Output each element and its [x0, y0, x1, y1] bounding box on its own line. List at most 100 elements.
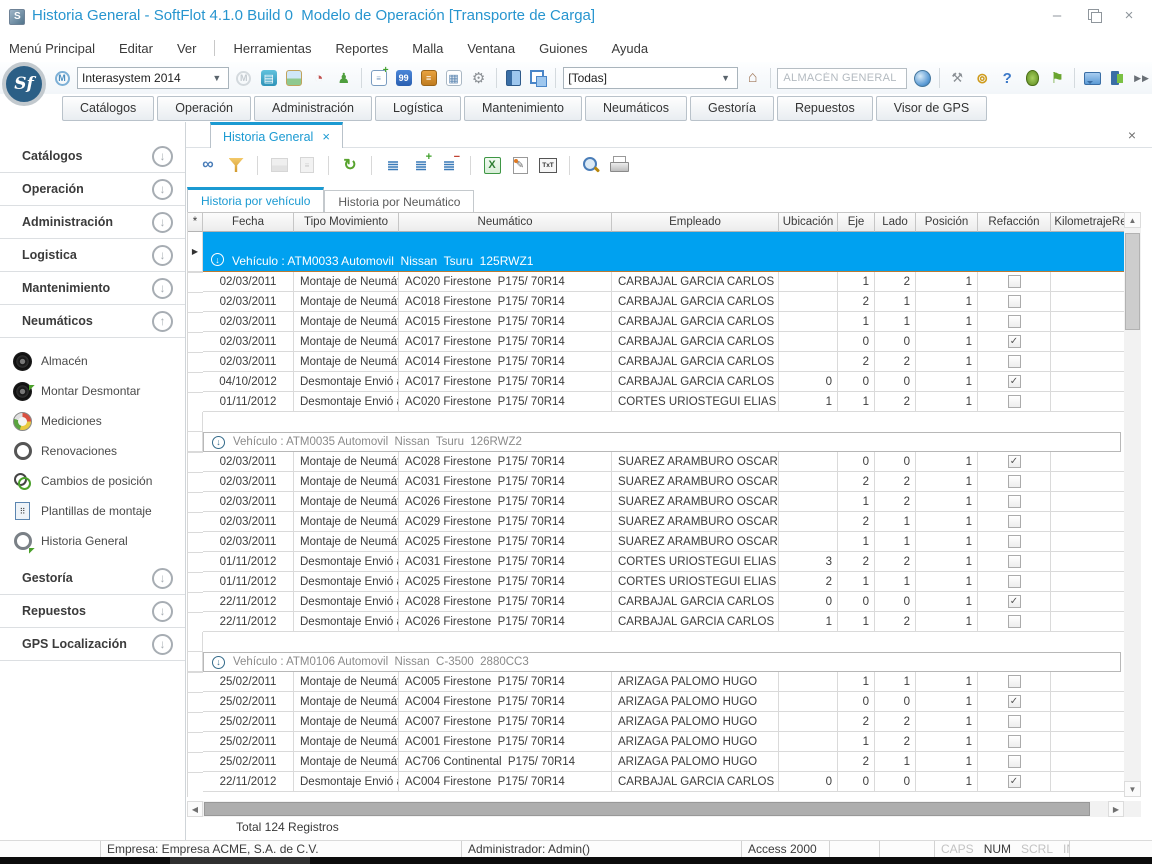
menu-item-ayuda[interactable]: Ayuda: [611, 41, 648, 56]
gear-icon[interactable]: ⚙: [469, 68, 489, 88]
print-icon[interactable]: [609, 155, 629, 175]
table-row[interactable]: 22/11/2012Desmontaje Envió almacénAC028 …: [188, 592, 1124, 612]
ribbon-tab-mantenimiento[interactable]: Mantenimiento: [464, 96, 582, 121]
table-row[interactable]: 25/02/2011Montaje de NeumáticosAC706 Con…: [188, 752, 1124, 772]
ribbon-tab-catalogos[interactable]: Catálogos: [62, 96, 154, 121]
refaccion-checkbox[interactable]: ✓: [1008, 595, 1021, 608]
refaccion-checkbox[interactable]: ✓: [1008, 375, 1021, 388]
refaccion-checkbox[interactable]: [1008, 675, 1021, 688]
horizontal-scrollbar[interactable]: ◀ ▶: [187, 801, 1124, 817]
company-m-icon[interactable]: M: [52, 68, 72, 88]
table-row[interactable]: 02/03/2011Montaje de NeumáticosAC018 Fir…: [188, 292, 1124, 312]
exit-icon[interactable]: [1107, 68, 1127, 88]
tree-list-icon[interactable]: ≣: [383, 155, 403, 175]
menu-item-guiones[interactable]: Guiones: [539, 41, 587, 56]
find-binoculars-icon[interactable]: ∞: [198, 155, 218, 175]
refaccion-checkbox[interactable]: [1008, 495, 1021, 508]
group-header-box[interactable]: ↓Vehículo : ATM0035 Automovil Nissan Tsu…: [203, 432, 1121, 452]
table-row[interactable]: 02/03/2011Montaje de NeumáticosAC025 Fir…: [188, 532, 1124, 552]
globe-icon[interactable]: [912, 68, 932, 88]
filter-icon[interactable]: [226, 155, 246, 175]
column-header-row-indicator[interactable]: *: [188, 212, 203, 232]
menu-item-menu-principal[interactable]: Menú Principal: [9, 41, 95, 56]
minimize-button[interactable]: –: [1048, 6, 1066, 24]
table-row[interactable]: 22/11/2012Desmontaje Envió almacénAC004 …: [188, 772, 1124, 792]
subtab-historia-por-vehiculo[interactable]: Historia por vehículo: [187, 187, 324, 212]
menu-item-ver[interactable]: Ver: [177, 41, 197, 56]
table-row[interactable]: 02/03/2011Montaje de NeumáticosAC031 Fir…: [188, 472, 1124, 492]
ribbon-tab-visor-de-gps[interactable]: Visor de GPS: [876, 96, 988, 121]
menu-item-malla[interactable]: Malla: [412, 41, 443, 56]
chevron-down-icon[interactable]: ↓: [152, 601, 173, 622]
sidebar-item-plantillas-de-montaje[interactable]: Plantillas de montaje: [0, 496, 185, 526]
column-header-ubicacion[interactable]: Ubicación: [779, 212, 838, 232]
chevron-down-icon[interactable]: ↓: [152, 278, 173, 299]
scroll-left-icon[interactable]: ◀: [187, 801, 203, 817]
refaccion-checkbox[interactable]: ✓: [1008, 775, 1021, 788]
sidebar-item-mediciones[interactable]: Mediciones: [0, 406, 185, 436]
collapse-group-icon[interactable]: ↓: [212, 436, 225, 449]
image-icon[interactable]: [284, 68, 304, 88]
collapse-groups-icon[interactable]: ≣: [439, 155, 459, 175]
table-row[interactable]: 25/02/2011Montaje de NeumáticosAC004 Fir…: [188, 692, 1124, 712]
table-row[interactable]: 01/11/2012Desmontaje Envió almacénAC025 …: [188, 572, 1124, 592]
refaccion-checkbox[interactable]: [1008, 295, 1021, 308]
menu-item-reportes[interactable]: Reportes: [336, 41, 389, 56]
ribbon-tab-logistica[interactable]: Logística: [375, 96, 461, 121]
group-header-row[interactable]: ↓Vehículo : ATM0035 Automovil Nissan Tsu…: [188, 432, 1124, 452]
refaccion-checkbox[interactable]: ✓: [1008, 335, 1021, 348]
table-row[interactable]: 25/02/2011Montaje de NeumáticosAC007 Fir…: [188, 712, 1124, 732]
sidebar-section-administracion[interactable]: Administración↓: [0, 206, 185, 239]
table-row[interactable]: 02/03/2011Montaje de NeumáticosAC020 Fir…: [188, 272, 1124, 292]
refaccion-checkbox[interactable]: [1008, 475, 1021, 488]
chevron-down-icon[interactable]: ↓: [152, 245, 173, 266]
group-header-row[interactable]: ▶↓Vehículo : ATM0033 Automovil Nissan Ts…: [188, 232, 1124, 272]
refaccion-checkbox[interactable]: [1008, 735, 1021, 748]
chevron-down-icon[interactable]: ↓: [152, 568, 173, 589]
table-row[interactable]: 02/03/2011Montaje de NeumáticosAC029 Fir…: [188, 512, 1124, 532]
sidebar-section-gps-localizacion[interactable]: GPS Localización↓: [0, 628, 185, 661]
tab-historia-general[interactable]: Historia General ×: [210, 122, 343, 148]
ribbon-tab-gestoria[interactable]: Gestoría: [690, 96, 774, 121]
number-99-icon[interactable]: 99: [394, 68, 414, 88]
table-row[interactable]: 02/03/2011Montaje de NeumáticosAC014 Fir…: [188, 352, 1124, 372]
chat-icon[interactable]: [1082, 68, 1102, 88]
column-header-posicion[interactable]: Posición: [916, 212, 978, 232]
refaccion-checkbox[interactable]: [1008, 275, 1021, 288]
new-document-icon[interactable]: ≡: [369, 68, 389, 88]
chevron-down-icon[interactable]: ↓: [152, 634, 173, 655]
window-switch-icon[interactable]: [528, 68, 548, 88]
collapse-group-icon[interactable]: ↓: [211, 253, 224, 266]
refaccion-checkbox[interactable]: [1008, 395, 1021, 408]
flag-icon[interactable]: ⚑: [1047, 68, 1067, 88]
refaccion-checkbox[interactable]: [1008, 555, 1021, 568]
help-icon[interactable]: ?: [997, 68, 1017, 88]
coins-icon[interactable]: ⊚: [972, 68, 992, 88]
menu-item-herramientas[interactable]: Herramientas: [233, 41, 311, 56]
sidebar-section-mantenimiento[interactable]: Mantenimiento↓: [0, 272, 185, 305]
table-row[interactable]: 22/11/2012Desmontaje Envió almacénAC026 …: [188, 612, 1124, 632]
print-preview-icon[interactable]: [581, 155, 601, 175]
table-row[interactable]: 01/11/2012Desmontaje Envió almacénAC031 …: [188, 552, 1124, 572]
dashboard-gauge-icon[interactable]: ◔: [309, 68, 329, 88]
refaccion-checkbox[interactable]: [1008, 535, 1021, 548]
menu-item-editar[interactable]: Editar: [119, 41, 153, 56]
scroll-down-icon[interactable]: ▼: [1124, 781, 1141, 797]
scope-selector[interactable]: [Todas] ▼: [563, 67, 737, 89]
sidebar-section-logistica[interactable]: Logistica↓: [0, 239, 185, 272]
table-icon[interactable]: ▦: [444, 68, 464, 88]
column-header-lado[interactable]: Lado: [875, 212, 916, 232]
column-header-tipo-movimiento[interactable]: Tipo Movimiento: [294, 212, 399, 232]
ribbon-tab-operacion[interactable]: Operación: [157, 96, 251, 121]
sidebar-section-gestoria[interactable]: Gestoría↓: [0, 562, 185, 595]
column-header-empleado[interactable]: Empleado: [612, 212, 779, 232]
archive-icon[interactable]: ▤: [259, 68, 279, 88]
table-row[interactable]: 25/02/2011Montaje de NeumáticosAC001 Fir…: [188, 732, 1124, 752]
column-header-fecha[interactable]: Fecha: [203, 212, 294, 232]
sidebar-section-operacion[interactable]: Operación↓: [0, 173, 185, 206]
collapse-group-icon[interactable]: ↓: [212, 656, 225, 669]
sidebar-section-repuestos[interactable]: Repuestos↓: [0, 595, 185, 628]
table-row[interactable]: 01/11/2012Desmontaje Envió almacénAC020 …: [188, 392, 1124, 412]
subtab-historia-por-neumatico[interactable]: Historia por Neumático: [324, 190, 474, 212]
excel-export-icon[interactable]: X: [482, 155, 502, 175]
